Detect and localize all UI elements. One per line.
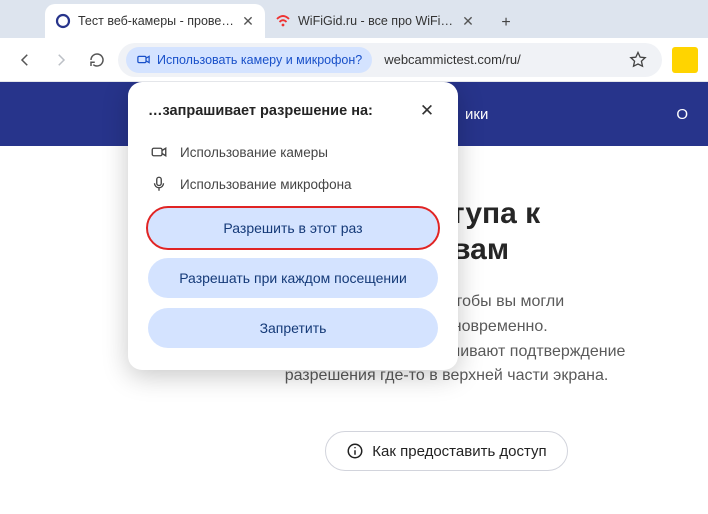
permission-camera-row: Использование камеры	[148, 136, 438, 168]
microphone-icon	[150, 175, 168, 193]
tab-1[interactable]: Тест веб-камеры - проверка к ✕	[45, 4, 265, 38]
bookmark-star-icon[interactable]	[628, 50, 648, 70]
reload-button[interactable]	[82, 45, 112, 75]
header-nav-fragment[interactable]: О	[676, 106, 688, 123]
header-nav-fragment[interactable]: ики	[465, 106, 488, 123]
tab-2[interactable]: WiFiGid.ru - все про WiFi и бес ✕	[265, 4, 485, 38]
info-icon	[346, 442, 364, 460]
site-favicon-icon	[55, 13, 71, 29]
back-button[interactable]	[10, 45, 40, 75]
wifi-favicon-icon	[275, 13, 291, 29]
camera-icon	[136, 52, 151, 67]
close-icon[interactable]: ✕	[416, 100, 438, 122]
permission-label: Использование камеры	[180, 145, 328, 160]
permission-chip-label: Использовать камеру и микрофон?	[157, 53, 362, 67]
new-tab-button[interactable]: +	[491, 8, 521, 38]
permission-label: Использование микрофона	[180, 177, 352, 192]
button-label: Как предоставить доступ	[372, 443, 546, 460]
tab-strip: Тест веб-камеры - проверка к ✕ WiFiGid.r…	[0, 0, 708, 38]
close-icon[interactable]: ✕	[461, 14, 475, 28]
toolbar: Использовать камеру и микрофон? webcammi…	[0, 38, 708, 82]
tab-title: WiFiGid.ru - все про WiFi и бес	[298, 14, 454, 28]
close-icon[interactable]: ✕	[241, 14, 255, 28]
allow-always-button[interactable]: Разрешать при каждом посещении	[148, 258, 438, 298]
deny-button[interactable]: Запретить	[148, 308, 438, 348]
forward-button[interactable]	[46, 45, 76, 75]
extension-icon[interactable]	[672, 47, 698, 73]
permission-mic-row: Использование микрофона	[148, 168, 438, 200]
page-viewport: ики О ие доступа к ойствам м устройствам…	[0, 82, 708, 514]
permission-chip[interactable]: Использовать камеру и микрофон?	[126, 47, 372, 73]
url-text: webcammictest.com/ru/	[372, 52, 622, 67]
permission-prompt: …запрашивает разрешение на: ✕ Использова…	[128, 82, 458, 370]
prompt-title: …запрашивает разрешение на:	[148, 103, 373, 119]
camera-icon	[150, 143, 168, 161]
allow-once-button[interactable]: Разрешить в этот раз	[148, 208, 438, 248]
how-to-grant-access-button[interactable]: Как предоставить доступ	[325, 431, 567, 471]
address-bar[interactable]: Использовать камеру и микрофон? webcammi…	[118, 43, 662, 77]
tab-title: Тест веб-камеры - проверка к	[78, 14, 234, 28]
